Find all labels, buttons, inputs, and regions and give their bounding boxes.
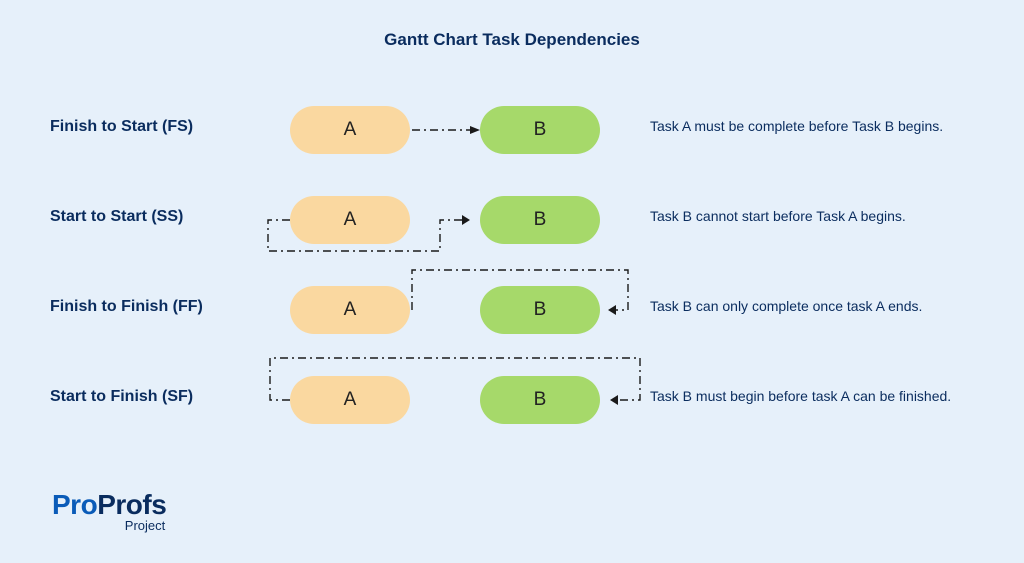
diagram-title: Gantt Chart Task Dependencies: [0, 30, 1024, 50]
dependency-desc: Task B must begin before task A can be f…: [650, 388, 951, 404]
diagram-content: Finish to Start (FS) A B Task A must be …: [50, 100, 974, 460]
task-b-pill: B: [480, 376, 600, 424]
connector-ss-icon: [260, 196, 486, 258]
logo-text: ProProfs: [52, 489, 166, 521]
dependency-label: Finish to Finish (FF): [50, 298, 270, 316]
dependency-desc: Task A must be complete before Task B be…: [650, 118, 943, 134]
dependency-row-fs: Finish to Start (FS) A B Task A must be …: [50, 100, 974, 190]
task-b-pill: B: [480, 106, 600, 154]
task-b-pill: B: [480, 286, 600, 334]
task-b-pill: B: [480, 196, 600, 244]
dependency-desc: Task B cannot start before Task A begins…: [650, 208, 906, 224]
dependency-label: Finish to Start (FS): [50, 118, 270, 136]
dependency-row-sf: Start to Finish (SF) A B Task B must beg…: [50, 370, 974, 460]
task-a-pill: A: [290, 106, 410, 154]
dependency-desc: Task B can only complete once task A end…: [650, 298, 922, 314]
logo-part2: Profs: [97, 489, 166, 520]
dependency-label: Start to Start (SS): [50, 208, 270, 226]
dependency-label: Start to Finish (SF): [50, 388, 270, 406]
logo-part1: Pro: [52, 489, 97, 520]
logo: ProProfs Project: [52, 489, 166, 533]
connector-fs-icon: [410, 106, 480, 154]
task-a-pill: A: [290, 286, 410, 334]
